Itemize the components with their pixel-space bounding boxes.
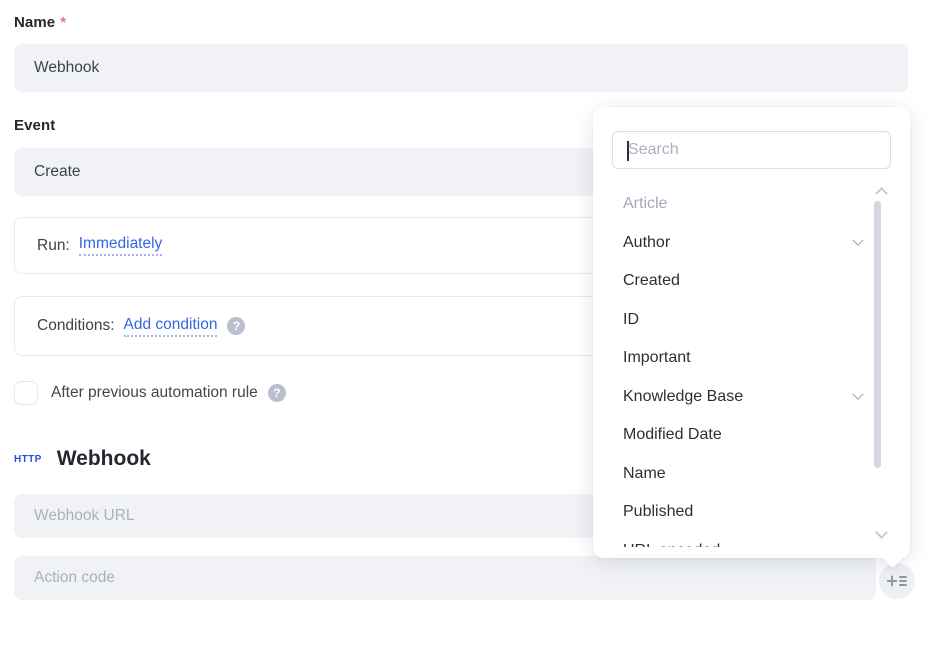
list-item-url-clipped[interactable]: URL encoded (593, 532, 910, 548)
search-box (612, 131, 891, 169)
action-title: Webhook (57, 447, 151, 471)
list-item-knowledge-base[interactable]: Knowledge Base (593, 378, 910, 417)
event-label: Event (14, 117, 55, 134)
list-item-name[interactable]: Name (593, 455, 910, 494)
list-item-label: ID (623, 311, 639, 329)
chevron-down-icon (852, 234, 863, 245)
list-item-modified-date[interactable]: Modified Date (593, 416, 910, 455)
after-previous-row: After previous automation rule ? (14, 381, 286, 405)
name-label: Name * (14, 14, 66, 31)
list-item-published[interactable]: Published (593, 493, 910, 532)
list-item-label: URL encoded (623, 542, 720, 547)
action-code-input[interactable] (14, 556, 876, 600)
list-item-label: Author (623, 234, 670, 252)
event-selected-value: Create (34, 163, 81, 181)
plus-list-icon (887, 573, 907, 589)
after-previous-help-icon[interactable]: ? (268, 384, 286, 402)
automation-rule-form: Name * Event Create Run: Immediately Cond… (0, 0, 929, 651)
text-caret (627, 141, 629, 161)
action-heading: HTTP Webhook (14, 444, 151, 474)
list-item-label: Important (623, 349, 691, 367)
list-item-label: Knowledge Base (623, 388, 743, 406)
conditions-help-icon[interactable]: ? (227, 317, 245, 335)
name-label-text: Name (14, 14, 55, 31)
list-item-label: Created (623, 272, 680, 290)
http-badge: HTTP (14, 454, 42, 465)
list-item-label: Name (623, 465, 666, 483)
search-input[interactable] (613, 132, 890, 168)
run-schedule-link[interactable]: Immediately (79, 235, 163, 256)
event-label-text: Event (14, 117, 55, 134)
list-item-group-article: Article (593, 185, 910, 224)
run-label: Run: (37, 237, 70, 255)
field-list: Article Author Created ID Important Know… (593, 185, 910, 547)
name-input[interactable] (14, 44, 908, 92)
conditions-label: Conditions: (37, 317, 115, 335)
after-previous-checkbox[interactable] (14, 381, 38, 405)
insert-field-button[interactable] (879, 563, 915, 599)
list-item-label: Article (623, 195, 667, 213)
dropdown-scrollbar-thumb[interactable] (874, 201, 881, 468)
list-item-important[interactable]: Important (593, 339, 910, 378)
list-item-created[interactable]: Created (593, 262, 910, 301)
fields-dropdown-panel: Article Author Created ID Important Know… (593, 107, 910, 558)
after-previous-label: After previous automation rule (51, 384, 258, 402)
add-condition-link[interactable]: Add condition (124, 316, 218, 337)
list-item-author[interactable]: Author (593, 224, 910, 263)
required-asterisk: * (60, 14, 66, 31)
chevron-down-icon (852, 388, 863, 399)
list-item-id[interactable]: ID (593, 301, 910, 340)
list-item-label: Published (623, 503, 693, 521)
list-item-label: Modified Date (623, 426, 722, 444)
